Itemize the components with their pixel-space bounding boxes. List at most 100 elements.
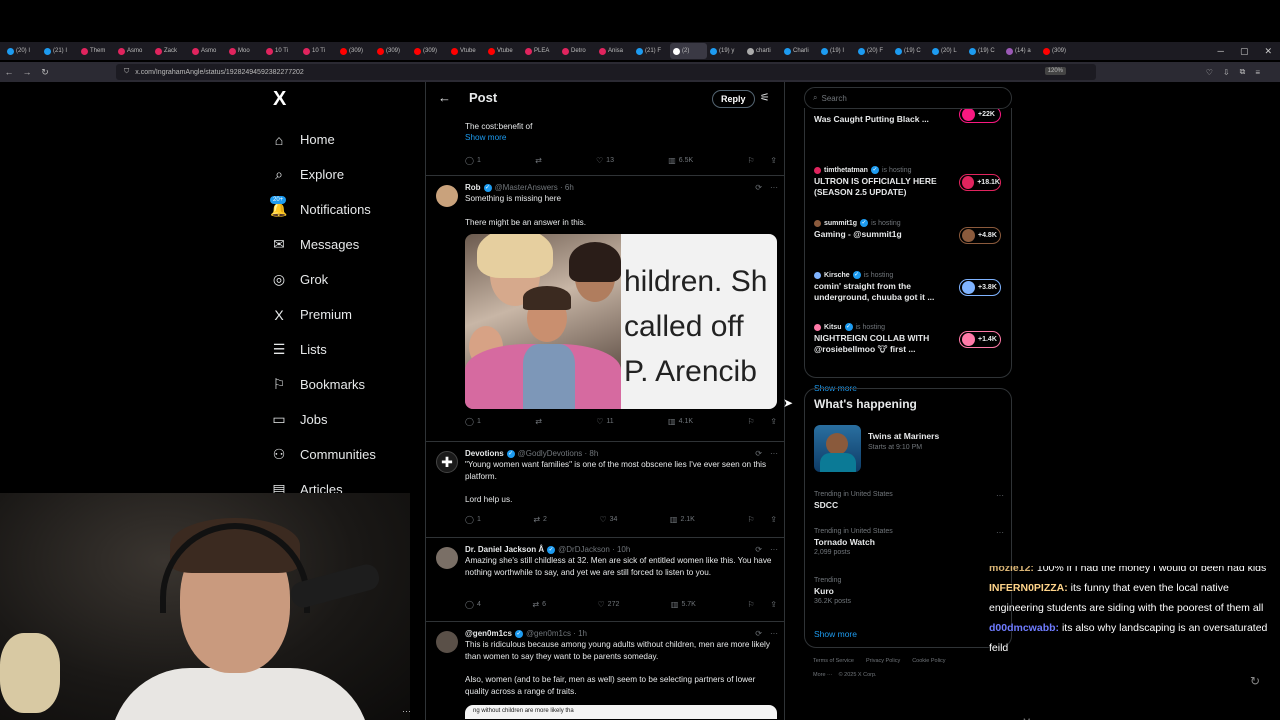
browser-tab[interactable]: (19) y [707,43,744,59]
views-action[interactable]: ▥ 5.7K [671,600,696,609]
bookmark-icon[interactable]: ⚐ [747,515,754,524]
share-icon[interactable]: ⇪ [770,417,777,426]
like-action[interactable]: ♡ 272 [598,600,620,609]
show-more-link[interactable]: Show more [465,133,777,142]
grok-icon[interactable]: ⟳ [755,183,762,192]
close-icon[interactable]: ✕ [1264,46,1272,57]
browser-tab[interactable]: (309) [337,43,374,59]
tweet-handle[interactable]: @gen0m1cs · 1h [526,629,587,638]
listener-count-pill[interactable]: +3.8K [959,279,1001,296]
tweet-author-name[interactable]: Devotions [465,449,504,458]
pocket-icon[interactable]: ♡ [1206,68,1213,77]
happening-show-more-link[interactable]: Show more [814,629,857,639]
browser-tab[interactable]: 10 Ti [300,43,337,59]
grok-icon[interactable]: ⟳ [755,449,762,458]
nav-item-explore[interactable]: ⌕ Explore [270,157,420,192]
retweet-action[interactable]: ⇄ [535,417,542,426]
tweet-media[interactable]: hildren. Sh called off P. Arencib [465,234,777,409]
grok-icon[interactable]: ⟳ [755,629,762,638]
views-action[interactable]: ▥ 2.1K [670,515,695,524]
share-icon[interactable]: ⇪ [770,515,777,524]
more-icon[interactable]: ··· [996,491,1004,500]
tweet[interactable]: @gen0m1cs ✓ @gen0m1cs · 1h This is ridicul… [426,623,784,720]
browser-tab[interactable]: Them [78,43,115,59]
avatar[interactable] [436,547,458,569]
download-icon[interactable]: ⇩ [1223,68,1230,77]
back-arrow-icon[interactable]: ← [438,90,451,105]
reply-action[interactable]: ◯ 1 [465,515,481,524]
like-action[interactable]: ♡ 34 [599,515,617,524]
footer-link[interactable]: Terms of Service [813,658,854,664]
browser-tab[interactable]: (2) [670,43,707,59]
nav-item-communities[interactable]: ⚇ Communities [270,437,420,472]
tweet[interactable]: Rob ✓ @MasterAnswers · 6h Something is mis… [426,177,784,442]
browser-tab[interactable]: (19) C [892,43,929,59]
browser-tab[interactable]: charti [744,43,781,59]
minimize-icon[interactable]: ─ [1218,46,1224,56]
tweet-handle[interactable]: @DrDJackson · 10h [558,545,630,554]
tweet-author-name[interactable]: Rob [465,183,481,192]
more-icon[interactable]: ··· [996,528,1004,537]
browser-tab[interactable]: (19) C [966,43,1003,59]
listener-count-pill[interactable]: +18.1K [959,174,1001,191]
retweet-action[interactable]: ⇄ [535,156,542,165]
nav-item-home[interactable]: ⌂ Home [270,122,420,157]
nav-item-jobs[interactable]: ▭ Jobs [270,402,420,437]
event-title[interactable]: Twins at Mariners [868,431,939,441]
extensions-icon[interactable]: ⧉ [1240,67,1246,77]
more-icon[interactable]: ··· [402,706,411,716]
live-space-item[interactable]: Kitsu ✓ is hosting NIGHTREIGN COLLAB WITH @… [814,323,1009,355]
avatar[interactable] [436,185,458,207]
browser-tab[interactable]: Asmo [115,43,152,59]
trend-item[interactable]: Trending Kuro 36.2K posts [814,577,1004,605]
tweet-handle[interactable]: @MasterAnswers · 6h [495,183,574,192]
tweet[interactable]: The cost:benefit of Show more ◯ 1 ⇄ ♡ 13 ▥… [426,116,784,176]
tweet-handle[interactable]: @GodlyDevotions · 8h [518,449,599,458]
live-space-item[interactable]: summit1g ✓ is hosting Gaming - @summit1g +4.… [814,219,1009,244]
share-icon[interactable]: ⇪ [770,600,777,609]
tweet[interactable]: ✚ Devotions ✓ @GodlyDevotions · 8h "Young … [426,443,784,538]
nav-item-lists[interactable]: ☰ Lists [270,332,420,367]
refresh-icon[interactable]: ↻ [1250,671,1260,691]
nav-item-messages[interactable]: ✉ Messages [270,227,420,262]
reply-action[interactable]: ◯ 1 [465,156,481,165]
search-input[interactable]: ⌕ Search [804,87,1012,109]
browser-tab[interactable]: Anisa [596,43,633,59]
browser-tab[interactable]: Detro [559,43,596,59]
retweet-action[interactable]: ⇄ 2 [533,515,547,524]
live-space-item[interactable]: timthetatman ✓ is hosting ULTRON IS OFFICIA… [814,166,1009,198]
live-space-item[interactable]: Was Caught Putting Black ... +22K [814,106,1009,125]
menu-icon[interactable]: ≡ [1255,68,1260,77]
live-space-item[interactable]: Kirsche ✓ is hosting comin' straight from t… [814,271,1009,303]
browser-tab[interactable]: Vtube [485,43,522,59]
footer-link[interactable]: Cookie Policy [912,658,945,664]
browser-tab[interactable]: Moo [226,43,263,59]
browser-tab[interactable]: PLEA [522,43,559,59]
browser-tab[interactable]: 10 Ti [263,43,300,59]
tweet[interactable]: Dr. Daniel Jackson Å ✓ @DrDJackson · 10h A… [426,539,784,622]
tweet-author-name[interactable]: @gen0m1cs [465,629,512,638]
browser-tab[interactable]: (20) I [4,43,41,59]
grok-icon[interactable]: ⟳ [755,545,762,554]
nav-item-bookmarks[interactable]: ⚐ Bookmarks [270,367,420,402]
browser-tab[interactable]: (309) [1040,43,1077,59]
tweet-media[interactable]: ng without children are more likely tha [465,705,777,719]
browser-tab[interactable]: Charli [781,43,818,59]
share-icon[interactable]: ⇪ [770,156,777,165]
listener-count-pill[interactable]: +1.4K [959,331,1001,348]
bookmark-icon[interactable]: ⚐ [747,600,754,609]
views-action[interactable]: ▥ 4.1K [668,417,693,426]
avatar[interactable]: ✚ [436,451,458,473]
browser-tab[interactable]: (19) I [818,43,855,59]
nav-item-grok[interactable]: ◎ Grok [270,262,420,297]
more-icon[interactable]: ··· [770,629,778,638]
browser-tab[interactable]: (21) F [633,43,670,59]
event-image[interactable] [814,425,861,472]
views-action[interactable]: ▥ 6.5K [668,156,693,165]
trend-item[interactable]: Trending in United States SDCC ··· [814,491,1004,510]
address-bar[interactable]: ⛉ x.com/IngrahamAngle/status/19282494592… [116,64,1096,80]
browser-tab[interactable]: (21) I [41,43,78,59]
forward-icon[interactable]: → [18,67,36,77]
back-icon[interactable]: ← [0,67,18,77]
browser-tab[interactable]: (20) F [855,43,892,59]
